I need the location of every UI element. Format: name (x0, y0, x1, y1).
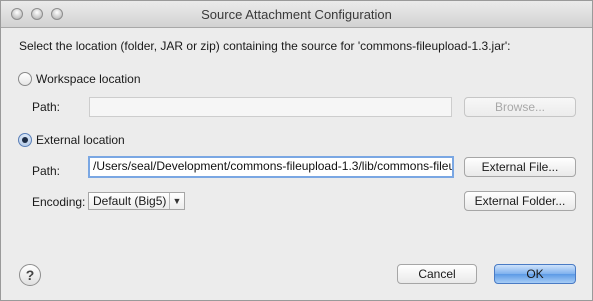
external-folder-button[interactable]: External Folder... (464, 191, 576, 211)
external-location-radio[interactable] (18, 133, 32, 147)
encoding-select[interactable]: Default (Big5) ▼ (88, 192, 185, 210)
workspace-location-radio[interactable] (18, 72, 32, 86)
workspace-path-label: Path: (32, 100, 61, 114)
workspace-path-input[interactable] (89, 97, 452, 117)
browse-button[interactable]: Browse... (464, 97, 576, 117)
external-path-label: Path: (32, 164, 61, 178)
workspace-location-label[interactable]: Workspace location (36, 72, 141, 86)
chevron-down-icon: ▼ (169, 193, 184, 209)
window-title: Source Attachment Configuration (201, 7, 392, 22)
ok-button[interactable]: OK (494, 264, 576, 284)
dialog-window: Source Attachment Configuration Select t… (0, 0, 593, 301)
description-text: Select the location (folder, JAR or zip)… (19, 39, 511, 53)
encoding-select-value: Default (Big5) (93, 194, 167, 208)
help-icon[interactable]: ? (19, 264, 41, 286)
cancel-button[interactable]: Cancel (397, 264, 477, 284)
title-bar[interactable]: Source Attachment Configuration (1, 1, 592, 28)
external-file-button[interactable]: External File... (464, 157, 576, 177)
external-location-label[interactable]: External location (36, 133, 125, 147)
external-path-input[interactable]: /Users/seal/Development/commons-fileuplo… (88, 156, 454, 178)
encoding-label: Encoding: (32, 195, 86, 209)
